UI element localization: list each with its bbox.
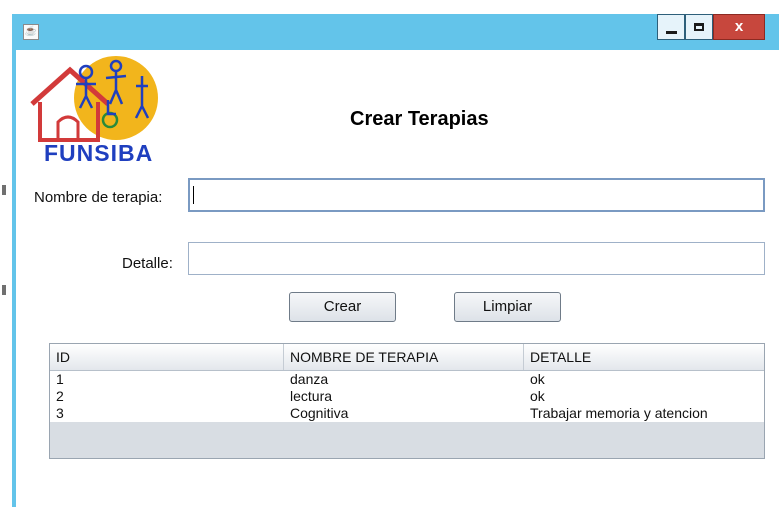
cell-detalle: ok — [530, 388, 545, 404]
cell-detalle: ok — [530, 371, 545, 387]
table-row[interactable]: 1 danza ok — [50, 371, 764, 388]
limpiar-button[interactable]: Limpiar — [454, 292, 561, 322]
detalle-label: Detalle: — [122, 255, 173, 272]
table-header: ID NOMBRE DE TERAPIA DETALLE — [50, 344, 764, 371]
table-row[interactable]: 2 lectura ok — [50, 388, 764, 405]
close-icon: x — [734, 18, 744, 35]
edge-marker — [2, 185, 6, 195]
maximize-button[interactable] — [685, 14, 713, 40]
cell-nombre: Cognitiva — [290, 405, 349, 421]
terapias-table[interactable]: ID NOMBRE DE TERAPIA DETALLE 1 danza ok … — [49, 343, 765, 459]
close-button[interactable]: x — [713, 14, 765, 40]
left-edge — [0, 0, 12, 507]
table-body: 1 danza ok 2 lectura ok 3 Cognitiva Trab… — [50, 371, 764, 422]
edge-marker — [2, 285, 6, 295]
detalle-input[interactable] — [188, 242, 765, 275]
maximize-icon — [694, 23, 704, 31]
cell-id: 2 — [56, 388, 64, 404]
title-bar[interactable]: ☕ x — [12, 14, 779, 50]
column-header-id[interactable]: ID — [50, 344, 284, 370]
text-caret — [193, 186, 194, 204]
cell-id: 1 — [56, 371, 64, 387]
cell-detalle: Trabajar memoria y atencion — [530, 405, 708, 421]
column-header-detalle[interactable]: DETALLE — [524, 344, 764, 370]
minimize-icon — [666, 31, 677, 34]
crear-button[interactable]: Crear — [289, 292, 396, 322]
nombre-label: Nombre de terapia: — [34, 189, 163, 206]
cell-nombre: lectura — [290, 388, 333, 404]
column-header-nombre[interactable]: NOMBRE DE TERAPIA — [284, 344, 524, 370]
logo-text: FUNSIBA — [44, 140, 154, 166]
table-row[interactable]: 3 Cognitiva Trabajar memoria y atencion — [50, 405, 764, 422]
page-title: Crear Terapias — [350, 108, 489, 130]
nombre-terapia-input[interactable] — [188, 178, 765, 212]
cell-id: 3 — [56, 405, 64, 421]
java-app-icon[interactable]: ☕ — [23, 24, 39, 40]
logo-house-door — [56, 115, 80, 140]
cell-nombre: danza — [290, 371, 329, 387]
minimize-button[interactable] — [657, 14, 685, 40]
